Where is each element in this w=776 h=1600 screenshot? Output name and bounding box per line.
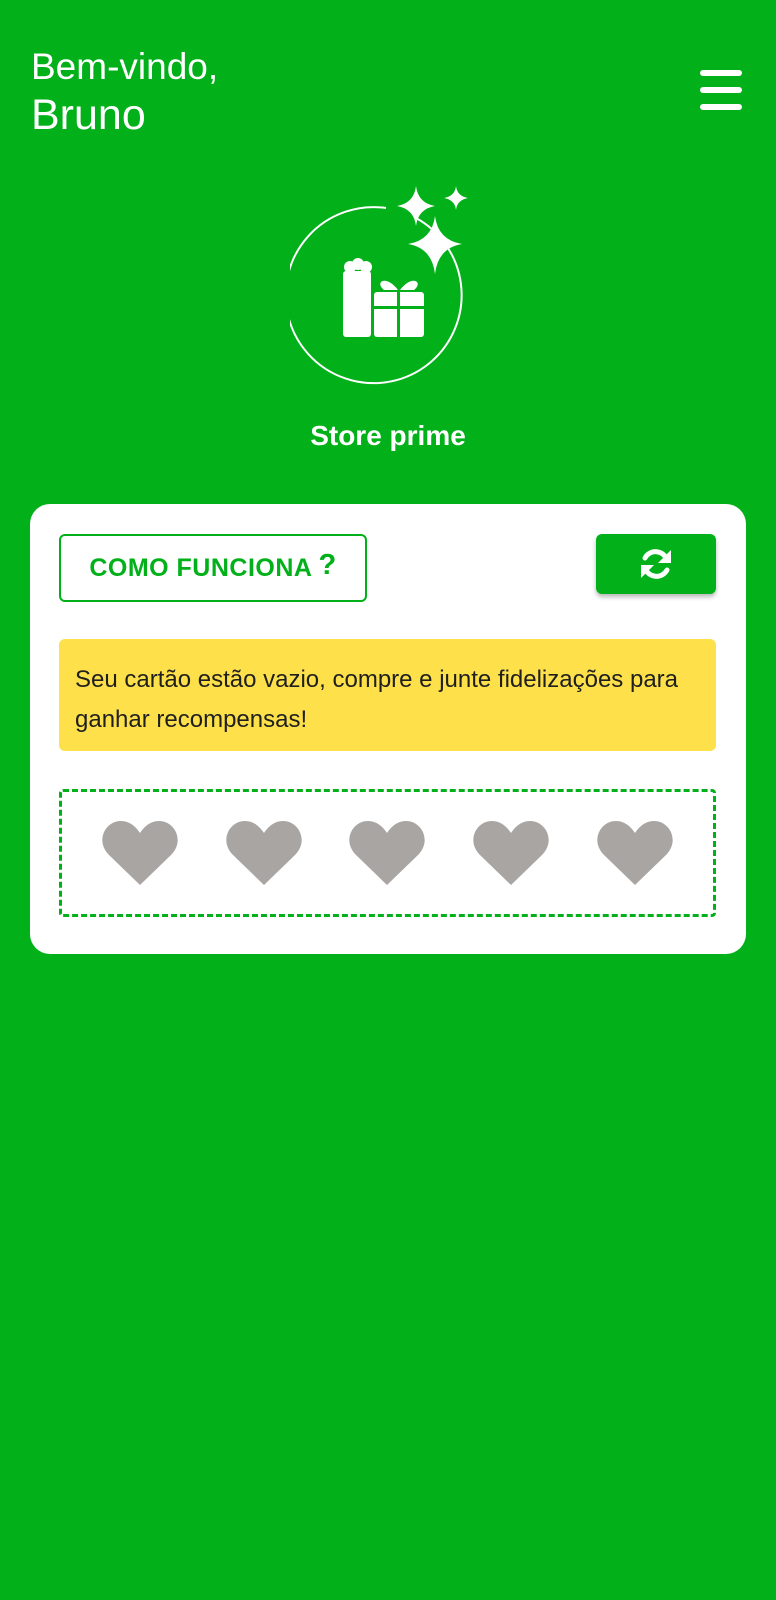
menu-button[interactable] [700, 70, 746, 110]
how-it-works-label: COMO FUNCIONA [89, 553, 313, 582]
heart-icon [349, 821, 426, 885]
store-logo [284, 186, 490, 396]
how-it-works-button[interactable]: COMO FUNCIONA ? [59, 534, 367, 602]
menu-icon-bar [700, 87, 742, 93]
question-mark-icon: ? [318, 548, 337, 581]
store-name: Store prime [310, 420, 466, 451]
menu-icon-bar [700, 70, 742, 76]
heart-icon [473, 821, 549, 885]
empty-card-notice: Seu cartão estão vazio, compre e junte f… [59, 639, 716, 751]
greeting-text: Bem-vindo, [31, 46, 219, 87]
loyalty-card: COMO FUNCIONA ? Seu cartão estão vazio, … [30, 504, 746, 954]
refresh-icon [641, 549, 671, 579]
heart-icon [226, 821, 302, 885]
heart-icon [597, 821, 673, 885]
refresh-button[interactable] [596, 534, 716, 594]
username-text: Bruno [31, 91, 146, 139]
stamp-area [59, 789, 716, 917]
menu-icon-bar [700, 104, 742, 110]
gift-sparkle-icon [284, 186, 468, 385]
heart-icon [102, 821, 178, 885]
app-screen: Bem-vindo, Bruno Store prime COMO FUNCIO… [0, 0, 776, 1600]
header: Bem-vindo, Bruno [31, 46, 218, 140]
